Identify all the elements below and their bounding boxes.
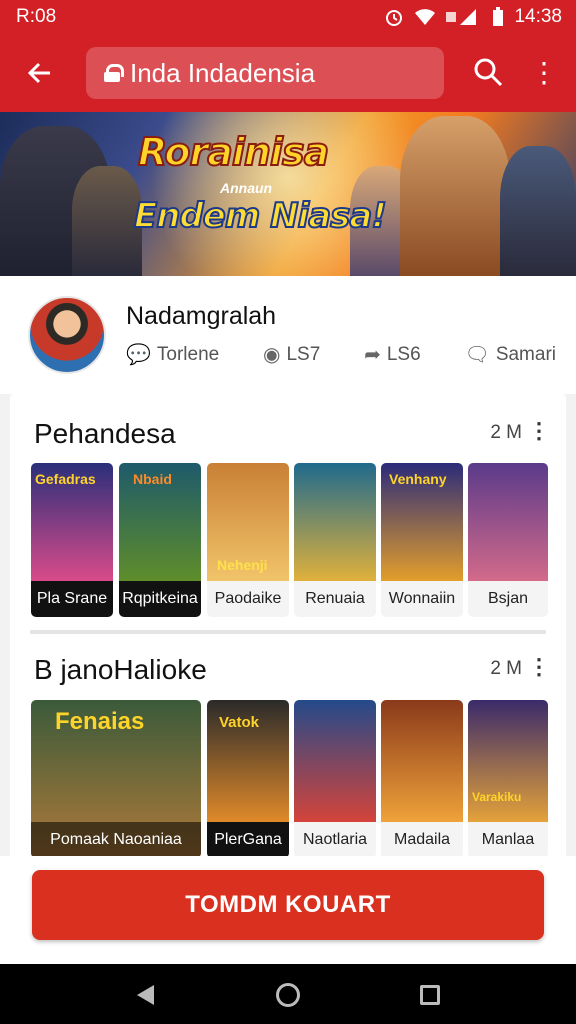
chat-icon: 🗨	[464, 344, 490, 366]
signal-icon	[446, 9, 477, 25]
status-time-left: R:08	[16, 6, 57, 27]
content-card: Pehandesa 2 M ⋮ Gefadras Pla Srane Nbaid…	[10, 394, 566, 864]
stat-label: Samari	[495, 343, 556, 365]
tile-caption: Pla Srane	[31, 581, 113, 617]
game-tile[interactable]: Bsjan	[468, 463, 548, 617]
banner-hero-right	[400, 116, 510, 276]
banner-hero-left2	[72, 166, 142, 276]
url-bar[interactable]: Inda Indadensia	[86, 47, 444, 99]
tile-caption: Bsjan	[468, 581, 548, 617]
tile-art-title: Gefadras	[35, 471, 96, 487]
banner-title: Rorainisa	[137, 129, 330, 175]
status-time-right: 14:38	[514, 6, 562, 27]
tile-art-title: Varakiku	[472, 790, 522, 804]
battery-icon	[493, 7, 504, 26]
stat-chat[interactable]: 🗨 Samari	[464, 342, 556, 367]
tile-caption: Wonnaiin	[381, 581, 463, 617]
lock-icon	[104, 64, 124, 82]
app-bar: Inda Indadensia ⋮	[0, 34, 576, 112]
search-icon[interactable]	[466, 50, 510, 94]
game-tile[interactable]: Nbaid Rqpitkeina	[119, 463, 201, 617]
profile-name: Nadamgralah	[126, 302, 277, 330]
tile-art-title: Vatok	[219, 714, 260, 731]
tile-art	[381, 700, 463, 822]
nav-back-icon[interactable]	[128, 978, 162, 1012]
tile-caption: Paodaike	[207, 581, 289, 617]
game-tile[interactable]: Nehenji Paodaike	[207, 463, 289, 617]
nav-home-icon[interactable]	[271, 978, 305, 1012]
section-1: Pehandesa 2 M ⋮ Gefadras Pla Srane Nbaid…	[10, 394, 566, 630]
share-icon: ➦	[364, 344, 381, 366]
profile-stats: 💬 Torlene ◉ LS7 ➦ LS6 🗨 Samari	[126, 342, 556, 367]
game-tile[interactable]: Renuaia	[294, 463, 376, 617]
tile-caption: Naotlaria	[294, 822, 376, 858]
primary-cta-button[interactable]: TOMDM KOUART	[32, 870, 544, 940]
banner-subtitle: Annaun	[220, 180, 273, 196]
status-bar: R:08 14:38	[0, 0, 576, 34]
profile-header: Nadamgralah 💬 Torlene ◉ LS7 ➦ LS6 🗨 Sama…	[0, 276, 576, 394]
game-tile[interactable]: Vatok PlerGana	[207, 700, 289, 858]
more-vert-icon[interactable]: ⋮	[526, 50, 562, 94]
section-count: 2 M	[490, 658, 522, 679]
tile-art-title: Nehenji	[217, 557, 268, 573]
stat-views[interactable]: ◉ LS7	[263, 342, 320, 367]
eye-icon: ◉	[263, 344, 281, 366]
tile-caption: Rqpitkeina	[119, 581, 201, 617]
section-title: Pehandesa	[34, 418, 176, 449]
tile-caption: PlerGana	[207, 822, 289, 858]
cta-container: TOMDM KOUART	[0, 856, 576, 964]
more-vert-icon[interactable]: ⋮	[528, 654, 550, 680]
stat-comments[interactable]: 💬 Torlene	[126, 342, 219, 367]
tile-art	[468, 463, 548, 581]
tile-caption: Manlaa	[468, 822, 548, 858]
section-2: B janoHalioke 2 M ⋮ Fenaias Pomaak Naoan…	[10, 634, 566, 864]
system-nav-bar	[0, 964, 576, 1024]
promo-banner[interactable]: Rorainisa Annaun Endem Niasa!	[0, 112, 576, 276]
url-text: Inda Indadensia	[130, 57, 316, 88]
tile-art-title: Venhany	[389, 471, 447, 487]
game-tile[interactable]: Madaila	[381, 700, 463, 858]
tile-caption: Madaila	[381, 822, 463, 858]
game-tile[interactable]: Fenaias Pomaak Naoaniaa	[31, 700, 201, 858]
game-tile[interactable]: Gefadras Pla Srane	[31, 463, 113, 617]
nav-recents-icon[interactable]	[413, 978, 447, 1012]
tile-art	[294, 463, 376, 581]
stat-label: Torlene	[156, 343, 220, 365]
comment-icon: 💬	[126, 344, 151, 366]
stat-label: LS6	[386, 343, 421, 365]
tile-art-title: Nbaid	[133, 471, 172, 487]
alarm-icon	[386, 10, 403, 26]
tile-caption: Pomaak Naoaniaa	[31, 822, 201, 858]
avatar[interactable]	[28, 296, 106, 374]
game-tile[interactable]: Varakiku Manlaa	[468, 700, 548, 858]
banner-hero-right2	[500, 146, 576, 276]
more-vert-icon[interactable]: ⋮	[528, 418, 550, 444]
tile-art	[294, 700, 376, 822]
section-count: 2 M	[490, 422, 522, 443]
banner-title-2: Endem Niasa!	[133, 195, 388, 237]
game-tile[interactable]: Naotlaria	[294, 700, 376, 858]
stat-shares[interactable]: ➦ LS6	[364, 342, 421, 367]
back-arrow-icon[interactable]	[12, 45, 68, 101]
wifi-icon	[415, 9, 436, 25]
stat-label: LS7	[286, 343, 321, 365]
tile-art-title: Fenaias	[55, 708, 145, 735]
tile-caption: Renuaia	[294, 581, 376, 617]
game-tile[interactable]: Venhany Wonnaiin	[381, 463, 463, 617]
section-title: B janoHalioke	[34, 654, 207, 685]
